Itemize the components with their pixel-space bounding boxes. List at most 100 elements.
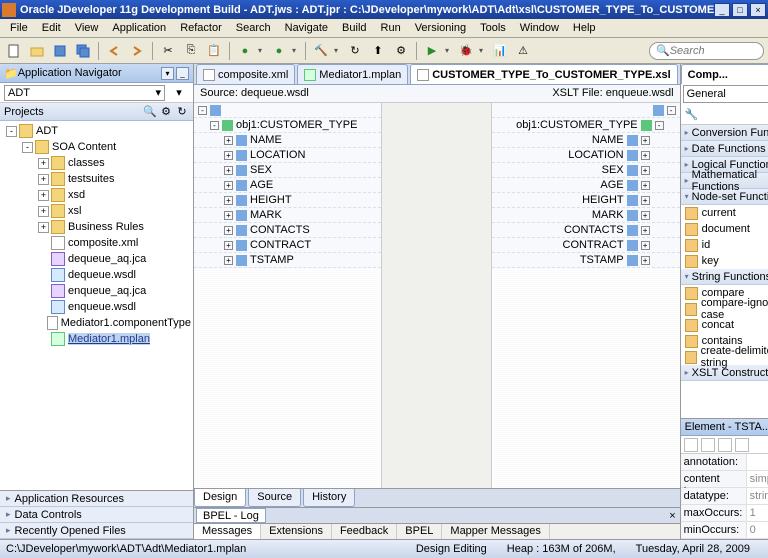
tree-item[interactable]: composite.xml bbox=[2, 235, 191, 251]
tab-history[interactable]: History bbox=[303, 489, 355, 507]
tree-item[interactable]: -ADT bbox=[2, 123, 191, 139]
tree-item[interactable]: dequeue.wsdl bbox=[2, 267, 191, 283]
projects-refresh-button[interactable]: ↻ bbox=[175, 105, 189, 119]
logtab-messages[interactable]: Messages bbox=[194, 524, 261, 539]
component-function[interactable]: key bbox=[681, 253, 768, 269]
new-button[interactable] bbox=[4, 41, 24, 61]
map-field[interactable]: TSTAMP+ bbox=[492, 253, 680, 268]
component-function[interactable]: current bbox=[681, 205, 768, 221]
components-tree[interactable]: Conversion FunctionsDate FunctionsLogica… bbox=[681, 125, 768, 418]
map-root[interactable]: - bbox=[492, 103, 680, 118]
project-tree[interactable]: -ADT-SOA Content+classes+testsuites+xsd+… bbox=[0, 121, 193, 490]
search-box[interactable]: 🔍 bbox=[649, 42, 764, 60]
map-field[interactable]: +HEIGHT bbox=[194, 193, 381, 208]
menu-navigate[interactable]: Navigate bbox=[279, 20, 334, 36]
component-function[interactable]: id bbox=[681, 237, 768, 253]
accordion-recent-files[interactable]: Recently Opened Files bbox=[0, 523, 193, 539]
tree-expander[interactable]: + bbox=[38, 190, 49, 201]
projects-filter-button[interactable]: 🔍 bbox=[143, 105, 157, 119]
tree-item[interactable]: +xsl bbox=[2, 203, 191, 219]
build-button[interactable]: 🔨 bbox=[311, 41, 331, 61]
map-field[interactable]: +CONTRACT bbox=[194, 238, 381, 253]
menu-help[interactable]: Help bbox=[567, 20, 602, 36]
menu-file[interactable]: File bbox=[4, 20, 34, 36]
tree-expander[interactable]: + bbox=[38, 222, 49, 233]
search-input[interactable] bbox=[670, 45, 750, 57]
warning-icon[interactable]: ⚠ bbox=[513, 41, 533, 61]
tree-expander[interactable]: + bbox=[38, 158, 49, 169]
profile-button[interactable]: 📊 bbox=[490, 41, 510, 61]
map-field[interactable]: CONTACTS+ bbox=[492, 223, 680, 238]
log-tab-bpel[interactable]: BPEL - Log bbox=[196, 508, 266, 523]
map-root[interactable]: - bbox=[194, 103, 381, 118]
menu-refactor[interactable]: Refactor bbox=[174, 20, 228, 36]
tree-item[interactable]: enqueue.wsdl bbox=[2, 299, 191, 315]
panel-minimize-button[interactable]: _ bbox=[176, 67, 189, 80]
save-all-button[interactable] bbox=[73, 41, 93, 61]
map-field[interactable]: HEIGHT+ bbox=[492, 193, 680, 208]
tree-expander[interactable]: - bbox=[6, 126, 17, 137]
map-field[interactable]: +NAME bbox=[194, 133, 381, 148]
tree-expander[interactable]: + bbox=[38, 206, 49, 217]
tab-mediator[interactable]: Mediator1.mplan bbox=[297, 64, 408, 84]
component-category[interactable]: Date Functions bbox=[681, 141, 768, 157]
component-function[interactable]: compare-ignore-case bbox=[681, 301, 768, 317]
tab-components[interactable]: Comp... bbox=[681, 64, 768, 84]
logtab-mapper[interactable]: Mapper Messages bbox=[442, 524, 550, 539]
config-button[interactable]: ⚙ bbox=[391, 41, 411, 61]
deploy-button[interactable]: ⬆ bbox=[368, 41, 388, 61]
close-button[interactable]: × bbox=[750, 3, 766, 17]
component-function[interactable]: create-delimited-string bbox=[681, 349, 768, 365]
menu-window[interactable]: Window bbox=[514, 20, 565, 36]
map-field[interactable]: +MARK bbox=[194, 208, 381, 223]
cut-button[interactable]: ✂ bbox=[158, 41, 178, 61]
tree-item[interactable]: Mediator1.componentType bbox=[2, 315, 191, 331]
component-category[interactable]: Conversion Functions bbox=[681, 125, 768, 141]
map-field[interactable]: +CONTACTS bbox=[194, 223, 381, 238]
menu-run[interactable]: Run bbox=[375, 20, 407, 36]
panel-menu-button[interactable]: ▾ bbox=[161, 67, 174, 80]
property-value[interactable]: simple bbox=[747, 471, 768, 487]
map-field[interactable]: +AGE bbox=[194, 178, 381, 193]
forward-button[interactable]: ● bbox=[269, 41, 289, 61]
map-field[interactable]: CONTRACT+ bbox=[492, 238, 680, 253]
paste-button[interactable]: 📋 bbox=[204, 41, 224, 61]
map-field[interactable]: MARK+ bbox=[492, 208, 680, 223]
tab-source[interactable]: Source bbox=[248, 489, 301, 507]
property-value[interactable]: string bbox=[747, 488, 768, 504]
copy-button[interactable]: ⎘ bbox=[181, 41, 201, 61]
elem-edit-button[interactable] bbox=[735, 438, 749, 452]
target-tree[interactable]: -obj1:CUSTOMER_TYPE-NAME+LOCATION+SEX+AG… bbox=[492, 103, 680, 488]
map-type-node[interactable]: -obj1:CUSTOMER_TYPE bbox=[194, 118, 381, 133]
tree-item[interactable]: +classes bbox=[2, 155, 191, 171]
component-category[interactable]: Node-set Functions bbox=[681, 189, 768, 205]
mapping-canvas[interactable] bbox=[382, 103, 492, 488]
component-function[interactable]: document bbox=[681, 221, 768, 237]
redo-button[interactable] bbox=[127, 41, 147, 61]
restore-button[interactable]: □ bbox=[732, 3, 748, 17]
tab-composite[interactable]: composite.xml bbox=[196, 64, 295, 84]
menu-tools[interactable]: Tools bbox=[474, 20, 512, 36]
back-button[interactable]: ● bbox=[235, 41, 255, 61]
property-value[interactable]: 1 bbox=[747, 505, 768, 521]
property-value[interactable] bbox=[747, 454, 768, 470]
property-value[interactable]: 0 bbox=[747, 522, 768, 538]
debug-button[interactable]: 🐞 bbox=[456, 41, 476, 61]
logtab-bpel[interactable]: BPEL bbox=[397, 524, 442, 539]
application-combo[interactable]: ADT▾ bbox=[4, 85, 165, 101]
component-category[interactable]: String Functions bbox=[681, 269, 768, 285]
logtab-extensions[interactable]: Extensions bbox=[261, 524, 332, 539]
minimize-button[interactable]: _ bbox=[714, 3, 730, 17]
map-field[interactable]: SEX+ bbox=[492, 163, 680, 178]
run-button[interactable]: ▶ bbox=[422, 41, 442, 61]
tree-expander[interactable]: + bbox=[38, 174, 49, 185]
tree-item[interactable]: +Business Rules bbox=[2, 219, 191, 235]
elem-find-button[interactable] bbox=[684, 438, 698, 452]
map-type-node[interactable]: obj1:CUSTOMER_TYPE- bbox=[492, 118, 680, 133]
open-button[interactable] bbox=[27, 41, 47, 61]
logtab-feedback[interactable]: Feedback bbox=[332, 524, 397, 539]
menu-versioning[interactable]: Versioning bbox=[409, 20, 472, 36]
tree-item[interactable]: enqueue_aq.jca bbox=[2, 283, 191, 299]
refresh-button[interactable]: ↻ bbox=[345, 41, 365, 61]
menu-build[interactable]: Build bbox=[336, 20, 372, 36]
